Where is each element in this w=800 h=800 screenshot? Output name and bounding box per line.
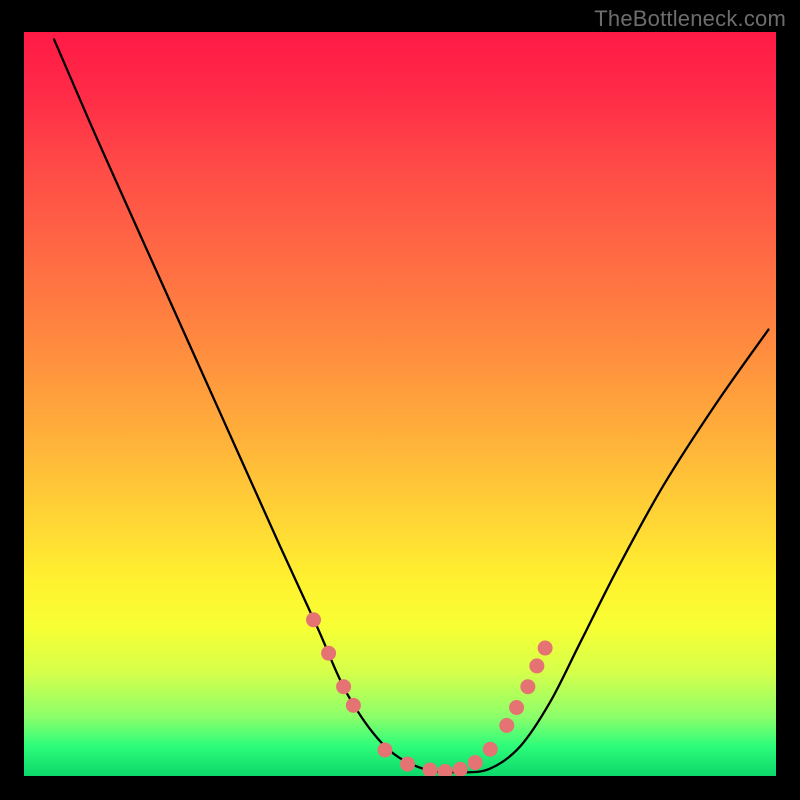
scatter-point <box>483 742 498 757</box>
plot-area <box>24 32 776 776</box>
watermark-text: TheBottleneck.com <box>594 6 786 32</box>
scatter-point <box>520 679 535 694</box>
scatter-point <box>321 646 336 661</box>
scatter-point <box>306 612 321 627</box>
scatter-point <box>538 641 553 656</box>
scatter-point <box>336 679 351 694</box>
bottleneck-curve <box>54 39 768 772</box>
scatter-point <box>529 658 544 673</box>
scatter-point <box>346 698 361 713</box>
scatter-point <box>400 757 415 772</box>
scatter-point <box>509 700 524 715</box>
scatter-point <box>499 718 514 733</box>
scatter-point <box>438 764 453 776</box>
chart-svg <box>24 32 776 776</box>
chart-frame: TheBottleneck.com <box>0 0 800 800</box>
scatter-point <box>453 762 468 776</box>
scatter-point <box>468 755 483 770</box>
scatter-point <box>377 742 392 757</box>
scatter-point <box>423 763 438 776</box>
